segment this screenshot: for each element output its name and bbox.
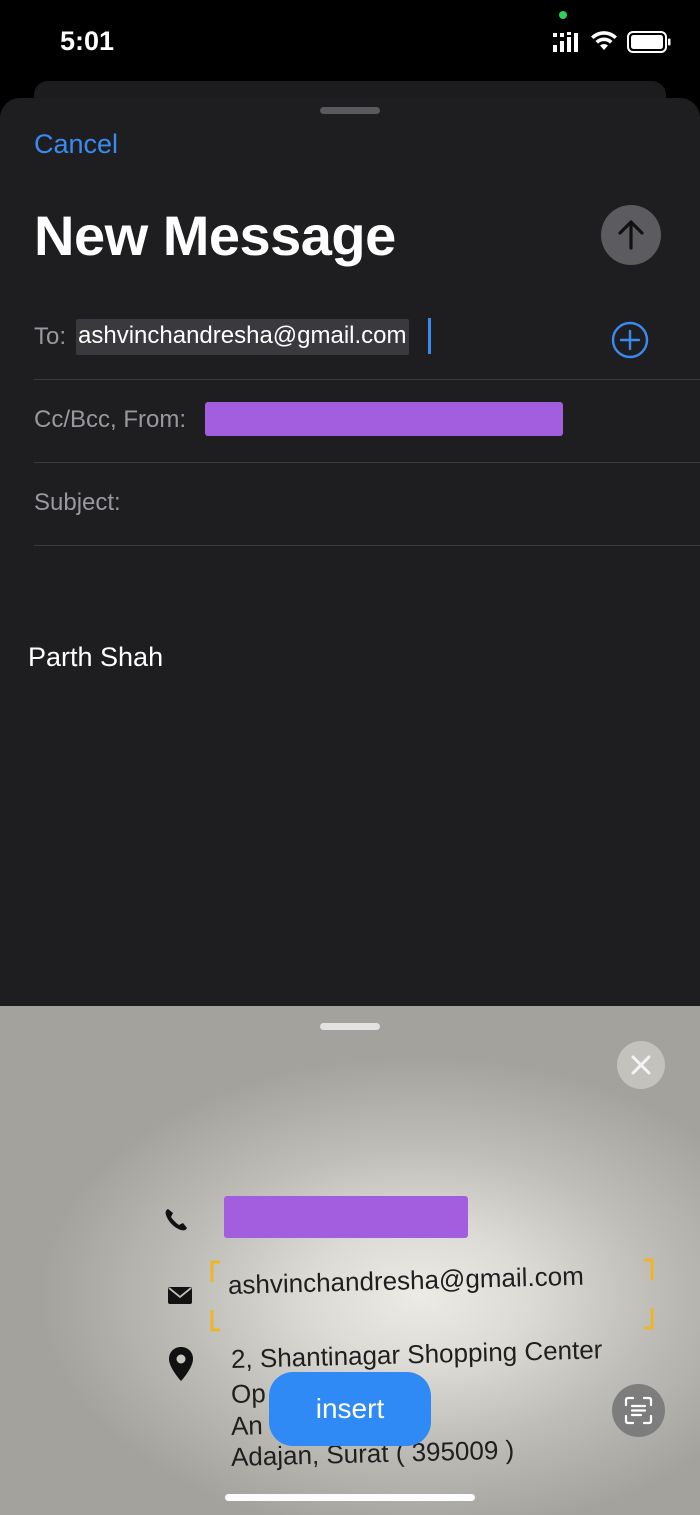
divider	[34, 545, 700, 546]
privacy-indicator	[559, 11, 567, 19]
wifi-icon	[591, 31, 617, 50]
panel-grabber[interactable]	[320, 1023, 380, 1030]
insert-button[interactable]: insert	[269, 1372, 431, 1446]
text-caret	[428, 318, 431, 354]
close-icon	[631, 1055, 651, 1075]
close-button[interactable]	[617, 1041, 665, 1089]
sheet-grabber[interactable]	[320, 107, 380, 114]
location-pin-icon	[169, 1347, 193, 1381]
divider	[34, 462, 700, 463]
to-field[interactable]: ashvinchandresha@gmail.com	[76, 319, 409, 355]
status-time: 5:01	[60, 26, 115, 56]
plus-circle-icon[interactable]	[611, 321, 649, 359]
redacted-from-address[interactable]	[205, 402, 563, 436]
message-body[interactable]: Parth Shah	[28, 642, 163, 673]
mail-icon	[168, 1287, 192, 1304]
to-label: To:	[34, 323, 67, 350]
text-scan-icon	[624, 1396, 653, 1425]
arrow-up-icon	[618, 220, 644, 250]
page-title: New Message	[34, 204, 396, 267]
home-indicator[interactable]	[225, 1494, 475, 1501]
divider	[34, 379, 700, 380]
signal-icon	[553, 32, 578, 52]
status-bar: 5:01	[0, 0, 700, 82]
cc-bcc-from-label: Cc/Bcc, From:	[34, 406, 187, 433]
subject-field[interactable]: Subject:	[34, 489, 121, 517]
send-button[interactable]	[601, 205, 661, 265]
battery-icon	[627, 31, 671, 53]
text-scan-button[interactable]	[612, 1384, 665, 1437]
phone-icon	[165, 1209, 187, 1231]
redacted-phone-number	[224, 1196, 468, 1238]
cancel-button[interactable]: Cancel	[34, 129, 118, 160]
